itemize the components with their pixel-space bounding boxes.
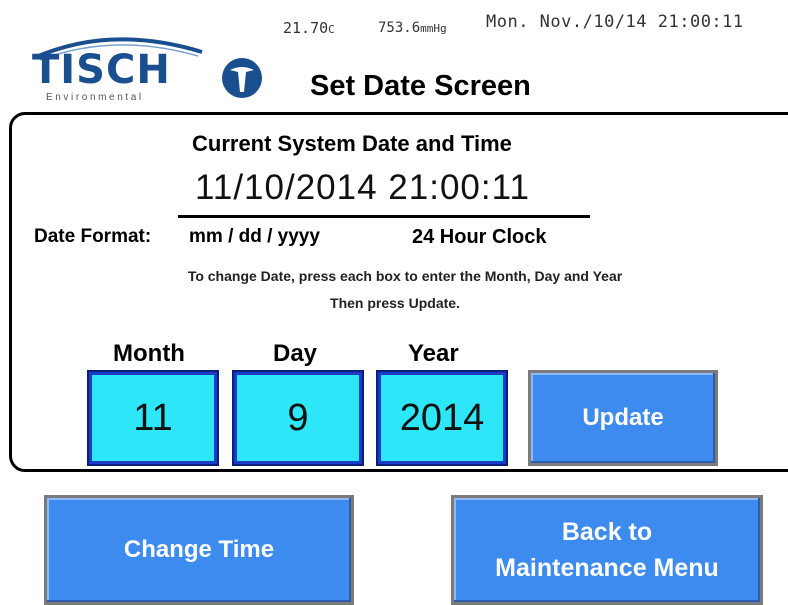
back-button-line-1: Back to xyxy=(561,518,653,546)
clock-mode: 24 Hour Clock xyxy=(412,226,547,248)
temperature-unit: C xyxy=(328,23,335,36)
day-label: Day xyxy=(273,340,318,367)
change-time-button[interactable]: Change Time xyxy=(44,495,354,605)
day-input[interactable]: 9 xyxy=(232,370,364,466)
system-clock: Mon. Nov./10/14 21:00:11 xyxy=(486,12,744,32)
current-datetime-value: 11/10/2014 21:00:11 xyxy=(195,168,530,207)
year-input[interactable]: 2014 xyxy=(376,370,508,466)
logo-subtitle: Environmental xyxy=(46,92,144,103)
back-to-maintenance-button[interactable]: Back to Maintenance Menu xyxy=(451,495,763,605)
month-input[interactable]: 11 xyxy=(87,370,219,466)
date-format-value: mm / dd / yyyy xyxy=(189,226,320,247)
temperature-value: 21.70 xyxy=(283,19,329,37)
tisch-emblem-icon xyxy=(222,58,262,98)
logo-brand: TISCH xyxy=(32,47,171,93)
month-label: Month xyxy=(113,340,185,367)
current-datetime-title: Current System Date and Time xyxy=(192,131,512,156)
datetime-underline xyxy=(178,215,590,218)
instruction-line-1: To change Date, press each box to enter … xyxy=(187,268,623,284)
date-format-label: Date Format: xyxy=(34,226,152,247)
temperature-readout: 21.70C xyxy=(283,19,335,37)
year-label: Year xyxy=(408,340,459,367)
page-title: Set Date Screen xyxy=(310,70,531,102)
tisch-logo: TISCH Environmental xyxy=(30,30,280,110)
pressure-readout: 753.6mmHg xyxy=(378,20,447,36)
back-button-line-2: Maintenance Menu xyxy=(495,554,719,582)
pressure-value: 753.6 xyxy=(378,20,421,36)
pressure-unit: mmHg xyxy=(420,22,447,35)
instruction-line-2: Then press Update. xyxy=(330,295,460,311)
update-button[interactable]: Update xyxy=(528,370,718,466)
